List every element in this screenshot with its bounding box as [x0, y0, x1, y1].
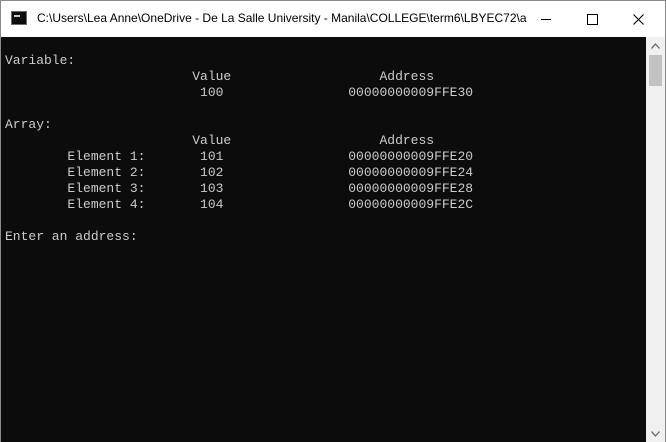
console-line: Value Address	[5, 133, 435, 148]
maximize-button[interactable]	[569, 1, 615, 37]
scroll-down-button[interactable]	[646, 425, 665, 442]
close-button[interactable]	[615, 1, 661, 37]
console-window: C:\Users\Lea Anne\OneDrive - De La Salle…	[0, 0, 666, 442]
title-bar[interactable]: C:\Users\Lea Anne\OneDrive - De La Salle…	[1, 1, 665, 37]
close-icon	[632, 13, 644, 25]
minimize-icon	[541, 18, 551, 20]
console-prompt[interactable]: Enter an address:	[5, 229, 138, 245]
scroll-up-arrow-icon	[651, 42, 660, 49]
console-line: Element 1: 101 00000000009FFE20	[5, 149, 474, 164]
window-title: C:\Users\Lea Anne\OneDrive - De La Salle…	[37, 11, 527, 25]
scroll-thumb[interactable]	[649, 55, 662, 86]
console-line: Array:	[5, 117, 52, 132]
vertical-scrollbar[interactable]	[646, 37, 665, 442]
console-line: Variable:	[5, 53, 76, 68]
scroll-up-button[interactable]	[646, 37, 665, 54]
console-line: Value Address	[5, 69, 435, 84]
maximize-icon	[586, 13, 598, 25]
console-app-icon[interactable]	[11, 11, 27, 25]
console-line: Element 4: 104 00000000009FFE2C	[5, 197, 474, 212]
minimize-button[interactable]	[523, 1, 569, 37]
console-line: Element 3: 103 00000000009FFE28	[5, 181, 474, 196]
console-output[interactable]: Variable: Value Address 100 00000000009F…	[1, 37, 646, 442]
console-line: Element 2: 102 00000000009FFE24	[5, 165, 474, 180]
scroll-down-arrow-icon	[651, 430, 660, 437]
console-line: 100 00000000009FFE30	[5, 85, 474, 100]
